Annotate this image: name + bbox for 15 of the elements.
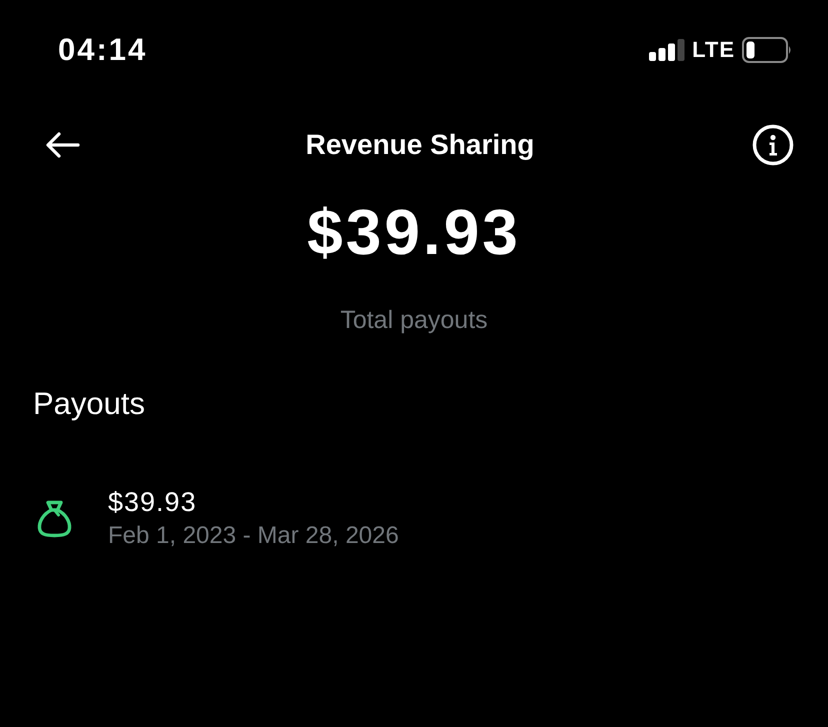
page-title: Revenue Sharing: [306, 128, 534, 162]
payout-period: Feb 1, 2023 - Mar 28, 2026: [108, 521, 399, 551]
total-amount: $39.93: [307, 196, 521, 268]
total-label: Total payouts: [340, 305, 488, 335]
money-bag-icon: [37, 500, 72, 538]
battery-icon: [742, 37, 792, 63]
payout-amount: $39.93: [108, 487, 198, 517]
info-button[interactable]: [752, 124, 794, 166]
info-icon: [752, 124, 794, 166]
network-label: LTE: [692, 37, 735, 63]
back-arrow-icon: [46, 132, 80, 158]
status-time: 04:14: [58, 32, 148, 68]
back-button[interactable]: [46, 132, 80, 158]
signal-icon: [649, 39, 686, 61]
section-heading: Payouts: [33, 387, 146, 421]
